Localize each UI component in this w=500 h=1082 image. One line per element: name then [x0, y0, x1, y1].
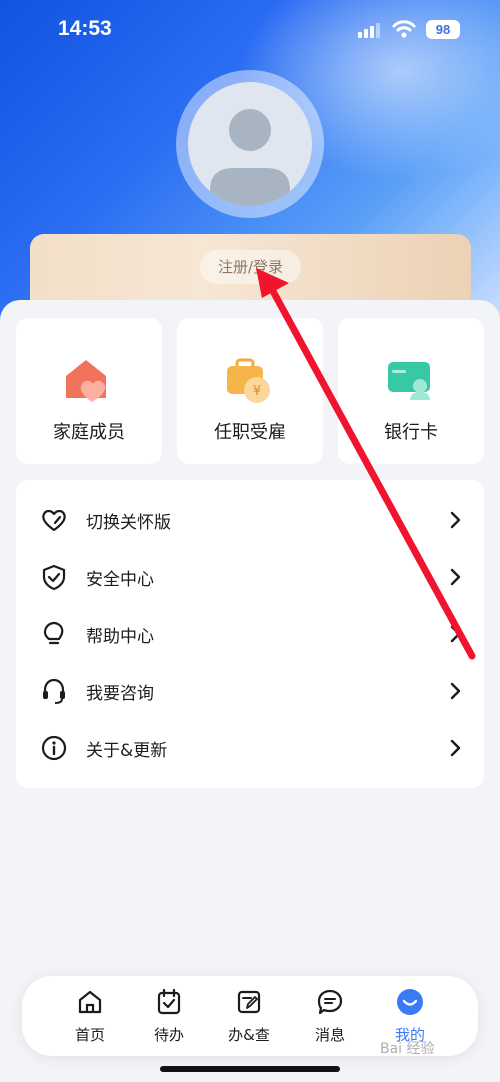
menu-item-security-center[interactable]: 安全中心	[16, 549, 484, 606]
content-sheet: 家庭成员 ¥ 任职受雇 银行卡 切换关怀版 安全中心 帮助中心 我要咨询 关于&…	[0, 300, 500, 1082]
tab-label: 首页	[74, 1026, 105, 1044]
house-heart-icon	[66, 360, 106, 402]
status-time: 14:53	[58, 17, 112, 40]
lightbulb-icon	[43, 621, 64, 645]
shield-check-icon	[42, 564, 66, 591]
chevron-right-icon	[450, 682, 461, 700]
home-icon	[78, 990, 102, 1014]
quick-action-employment[interactable]: ¥ 任职受雇	[177, 318, 323, 464]
settings-menu: 切换关怀版 安全中心 帮助中心 我要咨询 关于&更新	[16, 480, 484, 788]
battery-level: 98	[426, 20, 460, 39]
tab-label: 办&查	[228, 1026, 270, 1044]
tab-home[interactable]: 首页	[50, 988, 130, 1048]
chevron-right-icon	[450, 511, 461, 529]
menu-item-label: 安全中心	[86, 570, 154, 590]
avatar-placeholder-icon	[188, 82, 312, 206]
heart-outline-icon	[42, 509, 66, 532]
menu-item-consult[interactable]: 我要咨询	[16, 663, 484, 720]
menu-item-label: 关于&更新	[86, 741, 168, 761]
home-indicator	[160, 1066, 340, 1072]
briefcase-yen-icon: ¥	[227, 358, 270, 403]
tab-label: 待办	[153, 1026, 184, 1044]
quick-action-label: 家庭成员	[53, 422, 125, 443]
headset-icon	[43, 678, 65, 704]
quick-action-label: 银行卡	[384, 422, 438, 443]
calendar-check-icon	[157, 988, 181, 1015]
avatar[interactable]	[176, 70, 324, 218]
login-button[interactable]: 注册/登录	[200, 250, 301, 284]
info-icon	[41, 735, 67, 761]
chevron-right-icon	[450, 568, 461, 586]
menu-item-care-mode[interactable]: 切换关怀版	[16, 492, 484, 549]
watermark: Bai 经验	[380, 1041, 435, 1057]
chevron-right-icon	[450, 739, 461, 757]
status-bar: 14:53 98	[0, 0, 500, 60]
quick-action-label: 任职受雇	[214, 422, 286, 443]
tab-handle-query[interactable]: 办&查	[209, 988, 289, 1048]
document-edit-icon	[237, 990, 261, 1014]
svg-text:¥: ¥	[253, 384, 261, 399]
tab-todo[interactable]: 待办	[129, 988, 209, 1048]
cellular-signal-icon	[358, 22, 384, 38]
menu-item-label: 我要咨询	[86, 684, 154, 704]
quick-action-family-members[interactable]: 家庭成员	[16, 318, 162, 464]
wifi-icon	[392, 20, 416, 38]
bank-card-icon	[388, 362, 430, 400]
menu-item-label: 切换关怀版	[86, 513, 171, 533]
menu-item-label: 帮助中心	[86, 627, 154, 647]
chevron-right-icon	[450, 625, 461, 643]
menu-item-about-update[interactable]: 关于&更新	[16, 720, 484, 777]
tab-messages[interactable]: 消息	[290, 988, 370, 1048]
tab-label: 消息	[314, 1026, 345, 1044]
smile-icon	[397, 989, 423, 1015]
message-icon	[317, 989, 343, 1015]
menu-item-help-center[interactable]: 帮助中心	[16, 606, 484, 663]
quick-action-bank-card[interactable]: 银行卡	[338, 318, 484, 464]
